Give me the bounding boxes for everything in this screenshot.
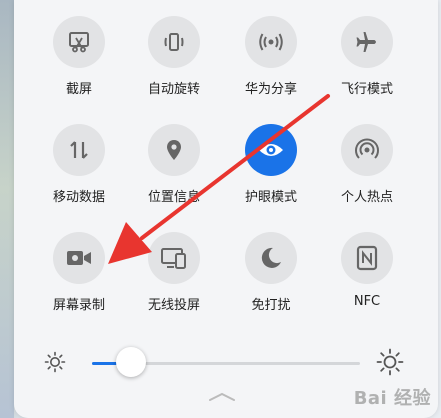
- mobile-data-icon: [70, 141, 88, 159]
- tile-label: 自动旋转: [147, 82, 200, 97]
- tile-eye-comfort[interactable]: 护眼模式: [221, 124, 321, 205]
- tile-mobile-data[interactable]: 移动数据: [29, 124, 129, 205]
- tile-screen-record[interactable]: 屏幕录制: [29, 232, 129, 313]
- do-not-disturb-icon: [261, 247, 281, 268]
- tile-label: 华为分享: [244, 82, 297, 97]
- brightness-slider-thumb[interactable]: [115, 347, 146, 377]
- tile-airplane-mode-button[interactable]: [341, 16, 393, 68]
- tile-label: 飞行模式: [340, 82, 393, 97]
- tile-label: 护眼模式: [244, 190, 297, 205]
- tile-eye-comfort-button[interactable]: [245, 124, 297, 176]
- expand-handle-icon[interactable]: [208, 392, 236, 402]
- brightness-low-icon: [44, 351, 66, 373]
- tile-screen-record-button[interactable]: [53, 232, 105, 284]
- tile-wireless-projection-button[interactable]: [148, 232, 200, 284]
- tile-location[interactable]: 位置信息: [124, 124, 224, 205]
- location-icon: [167, 140, 181, 160]
- brightness-high-icon: [376, 348, 404, 376]
- wireless-projection-icon: [161, 248, 186, 269]
- tile-nfc-button[interactable]: [341, 232, 393, 284]
- eye-comfort-icon: [259, 144, 283, 156]
- watermark: Bai 经验: [353, 388, 431, 409]
- tile-label: 截屏: [65, 82, 92, 97]
- tile-do-not-disturb-button[interactable]: [245, 232, 297, 284]
- tile-huawei-share-button[interactable]: [245, 16, 297, 68]
- tile-screenshot-button[interactable]: [53, 16, 105, 68]
- tile-label: 屏幕录制: [52, 298, 105, 313]
- tile-airplane-mode[interactable]: 飞行模式: [317, 16, 417, 97]
- huawei-share-icon: [259, 33, 283, 51]
- tile-label: NFC: [353, 294, 381, 309]
- tile-label: 无线投屏: [147, 298, 200, 313]
- nfc-icon: [356, 245, 378, 271]
- auto-rotate-icon: [164, 33, 184, 51]
- tile-hotspot-button[interactable]: [341, 124, 393, 176]
- tile-location-button[interactable]: [148, 124, 200, 176]
- tile-hotspot[interactable]: 个人热点: [317, 124, 417, 205]
- tile-auto-rotate-button[interactable]: [148, 16, 200, 68]
- screenshot-icon: [69, 32, 89, 53]
- tile-nfc[interactable]: NFC: [317, 232, 417, 309]
- tile-auto-rotate[interactable]: 自动旋转: [124, 16, 224, 97]
- airplane-icon: [356, 32, 376, 52]
- tile-wireless-projection[interactable]: 无线投屏: [124, 232, 224, 313]
- tile-label: 移动数据: [52, 190, 105, 205]
- screen-record-icon: [67, 251, 91, 265]
- tile-label: 免打扰: [251, 298, 291, 313]
- tile-mobile-data-button[interactable]: [53, 124, 105, 176]
- tile-huawei-share[interactable]: 华为分享: [221, 16, 321, 97]
- wallpaper-edge: [0, 0, 14, 418]
- tile-do-not-disturb[interactable]: 免打扰: [221, 232, 321, 313]
- tile-label: 个人热点: [340, 190, 393, 205]
- tile-screenshot[interactable]: 截屏: [29, 16, 129, 97]
- hotspot-icon: [355, 138, 379, 159]
- tile-label: 位置信息: [147, 190, 200, 205]
